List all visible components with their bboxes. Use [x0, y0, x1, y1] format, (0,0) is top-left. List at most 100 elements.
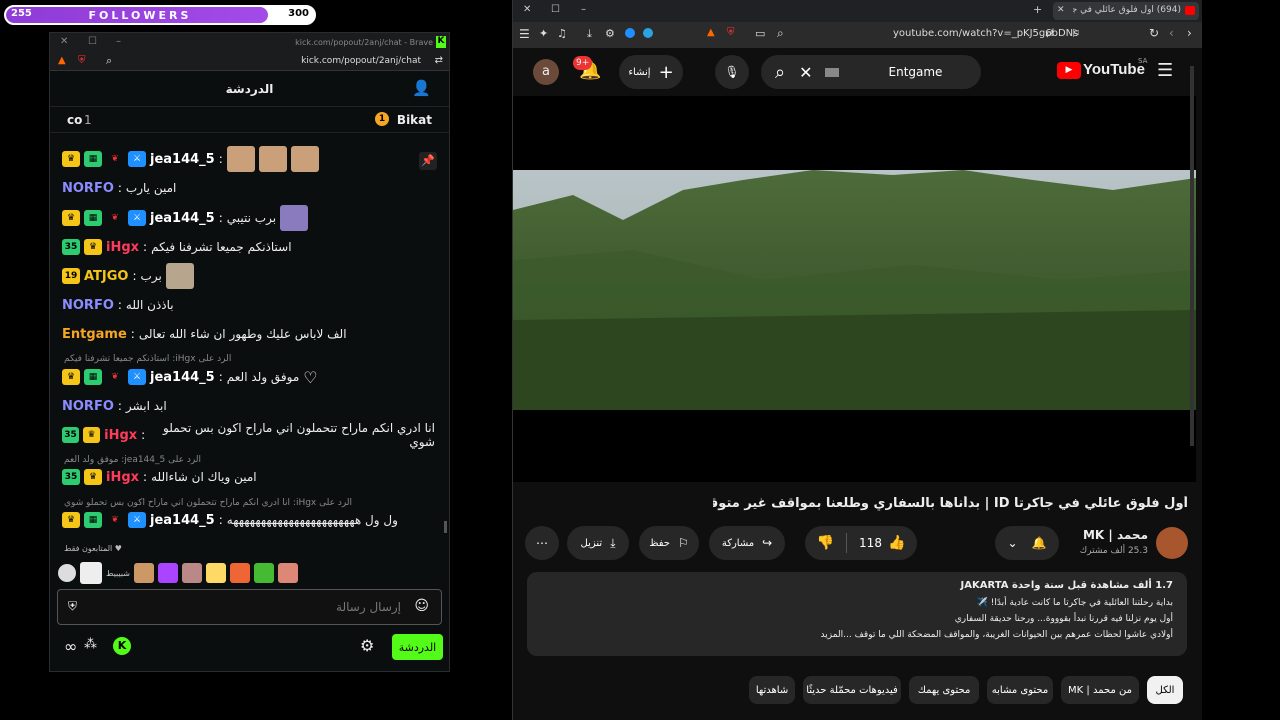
chip-all[interactable]: الكل [1147, 676, 1183, 704]
search-icon[interactable]: ⌕ [775, 62, 785, 83]
emote-icon[interactable] [205, 563, 226, 583]
emote-label[interactable]: شبيبيط [106, 569, 130, 578]
chip-from-channel[interactable]: من محمد | MK [1061, 676, 1139, 704]
close-icon[interactable]: ✕ [60, 36, 68, 47]
chat-username[interactable]: jea144_5 [150, 370, 215, 385]
page-scrollbar[interactable] [1190, 66, 1194, 446]
create-button[interactable]: إنشاء + [619, 55, 683, 89]
clear-search-icon[interactable]: ✕ [799, 63, 812, 82]
minimize-icon[interactable]: – [116, 36, 121, 47]
settings-icon[interactable]: ⇄ [1045, 27, 1054, 40]
keyboard-icon[interactable] [824, 67, 839, 77]
share-button[interactable]: مشاركة ↪ [709, 526, 785, 560]
brave-icon[interactable]: ▲ [707, 27, 715, 38]
reply-context[interactable]: الرد على iHgx: استاذنكم جميعا تشرفنا فيك… [64, 354, 231, 364]
chat-message[interactable]: ♛ ▦ ❦ ⚔ jea144_5: موفق ولد العم ♡ [62, 364, 435, 390]
chat-message[interactable]: 35 ♛ iHgx: امين وياك ان شاءالله [62, 464, 435, 490]
zoom-icon[interactable]: ⌕ [106, 54, 112, 68]
chat-send-button[interactable]: الدردشة [392, 634, 443, 660]
dots-icon[interactable]: ⁂ [84, 637, 97, 652]
emote-icon[interactable] [157, 563, 178, 583]
extension-icon[interactable] [643, 28, 653, 38]
music-icon[interactable]: ♫ [557, 27, 567, 40]
shield-icon[interactable]: ⛨ [78, 55, 86, 66]
menu-icon[interactable]: ☰ [519, 27, 530, 41]
pinned-right-user[interactable]: Bikat [397, 113, 432, 127]
chat-message[interactable]: NORFO: ابد ابشر [62, 393, 435, 419]
minimize-icon[interactable]: – [581, 4, 586, 15]
tab-youtube[interactable]: ✕ (694) أول فلوق عائلي في جاكرتا [1053, 2, 1199, 20]
zoom-icon[interactable]: ⌕ [777, 26, 784, 41]
emote-icon[interactable] [58, 564, 76, 582]
chat-message[interactable]: Entgame: الف لاباس عليك وطهور ان شاء الل… [62, 321, 435, 347]
like-count[interactable]: 118 [859, 536, 882, 550]
puzzle-icon[interactable]: ⚙ [605, 27, 615, 40]
chat-username[interactable]: ATJGO [84, 269, 128, 284]
search-box[interactable]: ⌕ ✕ Entgame [761, 55, 981, 89]
brave-icon[interactable]: ▲ [58, 55, 66, 66]
chat-message[interactable]: ♛ ▦ ❦ ⚔ jea144_5: ول ول هههههههههههههههه… [62, 507, 435, 533]
kick-icon[interactable]: K [113, 637, 131, 655]
emote-icon[interactable] [133, 563, 154, 583]
infinity-icon[interactable]: ∞ [64, 637, 77, 656]
voice-search-button[interactable]: 🎙 [715, 55, 749, 89]
channel-name[interactable]: محمد | MK [1083, 528, 1148, 542]
emote-icon[interactable] [277, 563, 298, 583]
search-input[interactable]: Entgame [889, 65, 943, 79]
avatar[interactable]: a [533, 59, 559, 85]
chat-message[interactable]: 19 ATJGO: برب [62, 263, 435, 289]
dislike-icon[interactable]: 👎 [817, 535, 834, 551]
chat-username[interactable]: Entgame [62, 327, 127, 342]
more-actions-button[interactable]: ⋯ [525, 526, 559, 560]
save-button[interactable]: حفظ ⚐ [639, 526, 699, 560]
settings-icon[interactable]: ⇄ [435, 55, 443, 66]
description-box[interactable]: 1.7 ألف مشاهدة قبل سنة واحدة JAKARTA بدا… [527, 572, 1187, 656]
emote-icon[interactable] [253, 563, 274, 583]
chat-message[interactable]: ♛ ▦ ❦ ⚔ jea144_5: برب نتيبي [62, 205, 435, 231]
close-icon[interactable]: ✕ [523, 4, 531, 15]
channel-avatar[interactable] [1156, 527, 1188, 559]
chat-scrollbar[interactable] [444, 521, 447, 533]
subscribed-button[interactable]: ⌄ 🔔 [995, 526, 1059, 560]
maximize-icon[interactable]: ☐ [88, 36, 97, 47]
menu-icon[interactable]: ☰ [1157, 60, 1173, 81]
chip-related[interactable]: محتوى مشابه [987, 676, 1053, 704]
shield-icon[interactable]: ⛨ [727, 27, 735, 38]
like-icon[interactable]: 👍 [888, 535, 905, 551]
chat-username[interactable]: jea144_5 [150, 513, 215, 528]
chat-message[interactable]: NORFO: باذذن الله [62, 292, 435, 318]
new-tab-icon[interactable]: + [1033, 3, 1042, 16]
chat-message[interactable]: ♛ ▦ ❦ ⚔ jea144_5: [62, 146, 435, 172]
chat-input-box[interactable]: ⛨ إرسال رسالة ☺ [57, 589, 442, 625]
chat-input-placeholder[interactable]: إرسال رسالة [336, 600, 401, 614]
extension-icon[interactable] [625, 28, 635, 38]
gear-icon[interactable]: ⚙ [360, 636, 374, 655]
emoji-icon[interactable]: ☺ [414, 598, 429, 614]
emote-icon[interactable] [181, 563, 202, 583]
chat-username[interactable]: NORFO [62, 181, 114, 196]
shield-icon[interactable]: ⛨ [68, 599, 77, 614]
emote-icon[interactable] [80, 562, 102, 584]
bookmark-icon[interactable]: ⚐ [1071, 27, 1081, 40]
forward-icon[interactable]: › [1187, 26, 1192, 40]
download-icon[interactable]: ⤓ [587, 27, 592, 41]
download-button[interactable]: تنزيل ⤓ [567, 526, 629, 560]
close-icon[interactable]: ✕ [1057, 5, 1065, 15]
chat-username[interactable]: NORFO [62, 399, 114, 414]
chat-message[interactable]: 35 ♛ iHgx: انا ادري انكم ماراح تتحملون ا… [62, 421, 435, 449]
chip-recommended[interactable]: محتوى يهمك [909, 676, 979, 704]
chip-recently-uploaded[interactable]: فيديوهات محمّلة حديثًا [803, 676, 901, 704]
youtube-logo-icon[interactable]: ▶ [1057, 62, 1081, 79]
chat-username[interactable]: jea144_5 [150, 152, 215, 167]
maximize-icon[interactable]: ☐ [551, 4, 560, 15]
emote-icon[interactable] [229, 563, 250, 583]
chat-username[interactable]: jea144_5 [150, 211, 215, 226]
chat-username[interactable]: iHgx [106, 470, 139, 485]
users-icon[interactable]: 👤 [412, 79, 431, 97]
back-icon[interactable]: ‹ [1169, 26, 1174, 40]
kick-url[interactable]: kick.com/popout/2anj/chat [301, 56, 421, 66]
chat-message[interactable]: NORFO: امين يارب [62, 175, 435, 201]
screen-icon[interactable]: ▭ [755, 27, 765, 40]
chat-username[interactable]: iHgx [104, 428, 137, 443]
video-player[interactable] [513, 66, 1196, 482]
